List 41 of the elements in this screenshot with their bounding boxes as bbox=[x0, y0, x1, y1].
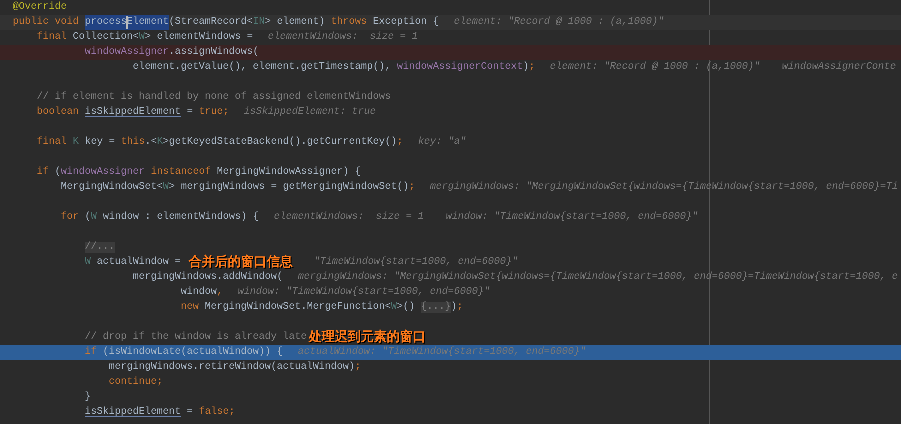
code-text: new MergingWindowSet.MergeFunction<W>() {...}); bbox=[180, 300, 464, 315]
code-text: windowAssigner.assignWindows( bbox=[84, 46, 260, 60]
code-text: // if element is handled by none of assigned elementWindows bbox=[36, 90, 392, 105]
code-text: final K key = this.<K>getKeyedStateBackend().getCurrentKey(); bbox=[36, 136, 404, 150]
text-caret bbox=[126, 16, 128, 29]
inline-hint: "TimeWindow{start=1000, end=6000}" bbox=[314, 256, 518, 270]
code-text: final Collection<W> elementWindows = bbox=[36, 30, 254, 45]
code-text: for (W window : elementWindows) { bbox=[60, 210, 260, 225]
code-text: mergingWindows.retireWindow(actualWindow); bbox=[108, 360, 362, 375]
inline-hint: elementWindows: size = 1 bbox=[274, 210, 424, 225]
code-text: @Override bbox=[13, 0, 68, 15]
code-text: // drop if the window is already late bbox=[84, 330, 308, 345]
selected-text: process bbox=[85, 15, 128, 30]
selected-text: Element bbox=[127, 15, 170, 30]
code-text: public void bbox=[13, 16, 80, 30]
inline-hint: mergingWindows: "MergingWindowSet{windows={TimeWindow{start=1000, end=6000}=Ti bbox=[430, 180, 898, 195]
code-text: mergingWindows.addWindow( bbox=[132, 270, 284, 285]
code-text: if (windowAssigner instanceof MergingWindowAssigner) { bbox=[36, 166, 362, 180]
inline-hint: mergingWindows: "MergingWindowSet{windows={TimeWindow{start=1000, end=6000}=TimeWindow{start=1000, e bbox=[298, 270, 898, 285]
code-text: element.getValue(), element.getTimestamp(), windowAssignerContext); bbox=[132, 60, 536, 75]
code-text: } bbox=[84, 390, 92, 405]
inline-hint: element: "Record @ 1000 : (a,1000)" bbox=[454, 16, 664, 30]
inline-hint: elementWindows: size = 1 bbox=[268, 30, 418, 45]
inline-hint: window: "TimeWindow{start=1000, end=6000}" bbox=[446, 210, 698, 225]
inline-hint: windowAssignerConte bbox=[782, 60, 896, 75]
code-text: window, bbox=[180, 286, 224, 300]
inline-hint: key: "a" bbox=[418, 136, 466, 150]
annotation-text: 合并后的窗口信息 bbox=[189, 255, 294, 270]
code-text: if (isWindowLate(actualWindow)) { bbox=[84, 346, 284, 360]
code-text: MergingWindowSet<W> mergingWindows = getMergingWindowSet(); bbox=[60, 180, 416, 195]
code-text: boolean isSkippedElement = true; bbox=[36, 106, 230, 120]
inline-hint: window: "TimeWindow{start=1000, end=6000}" bbox=[238, 286, 490, 300]
inline-hint: actualWindow: "TimeWindow{start=1000, end=6000}" bbox=[298, 346, 586, 360]
code-text: continue; bbox=[108, 376, 164, 390]
code-text: //... bbox=[84, 240, 116, 255]
inline-hint: isSkippedElement: true bbox=[244, 106, 376, 120]
code-text: (StreamRecord<IN> element) throws Exception { bbox=[169, 16, 440, 30]
code-text: W actualWindow = bbox=[84, 256, 182, 270]
annotation-text: 处理迟到元素的窗口 bbox=[309, 330, 426, 345]
inline-hint: element: "Record @ 1000 : (a,1000)" bbox=[550, 60, 760, 75]
code-text: isSkippedElement = false; bbox=[84, 406, 236, 420]
